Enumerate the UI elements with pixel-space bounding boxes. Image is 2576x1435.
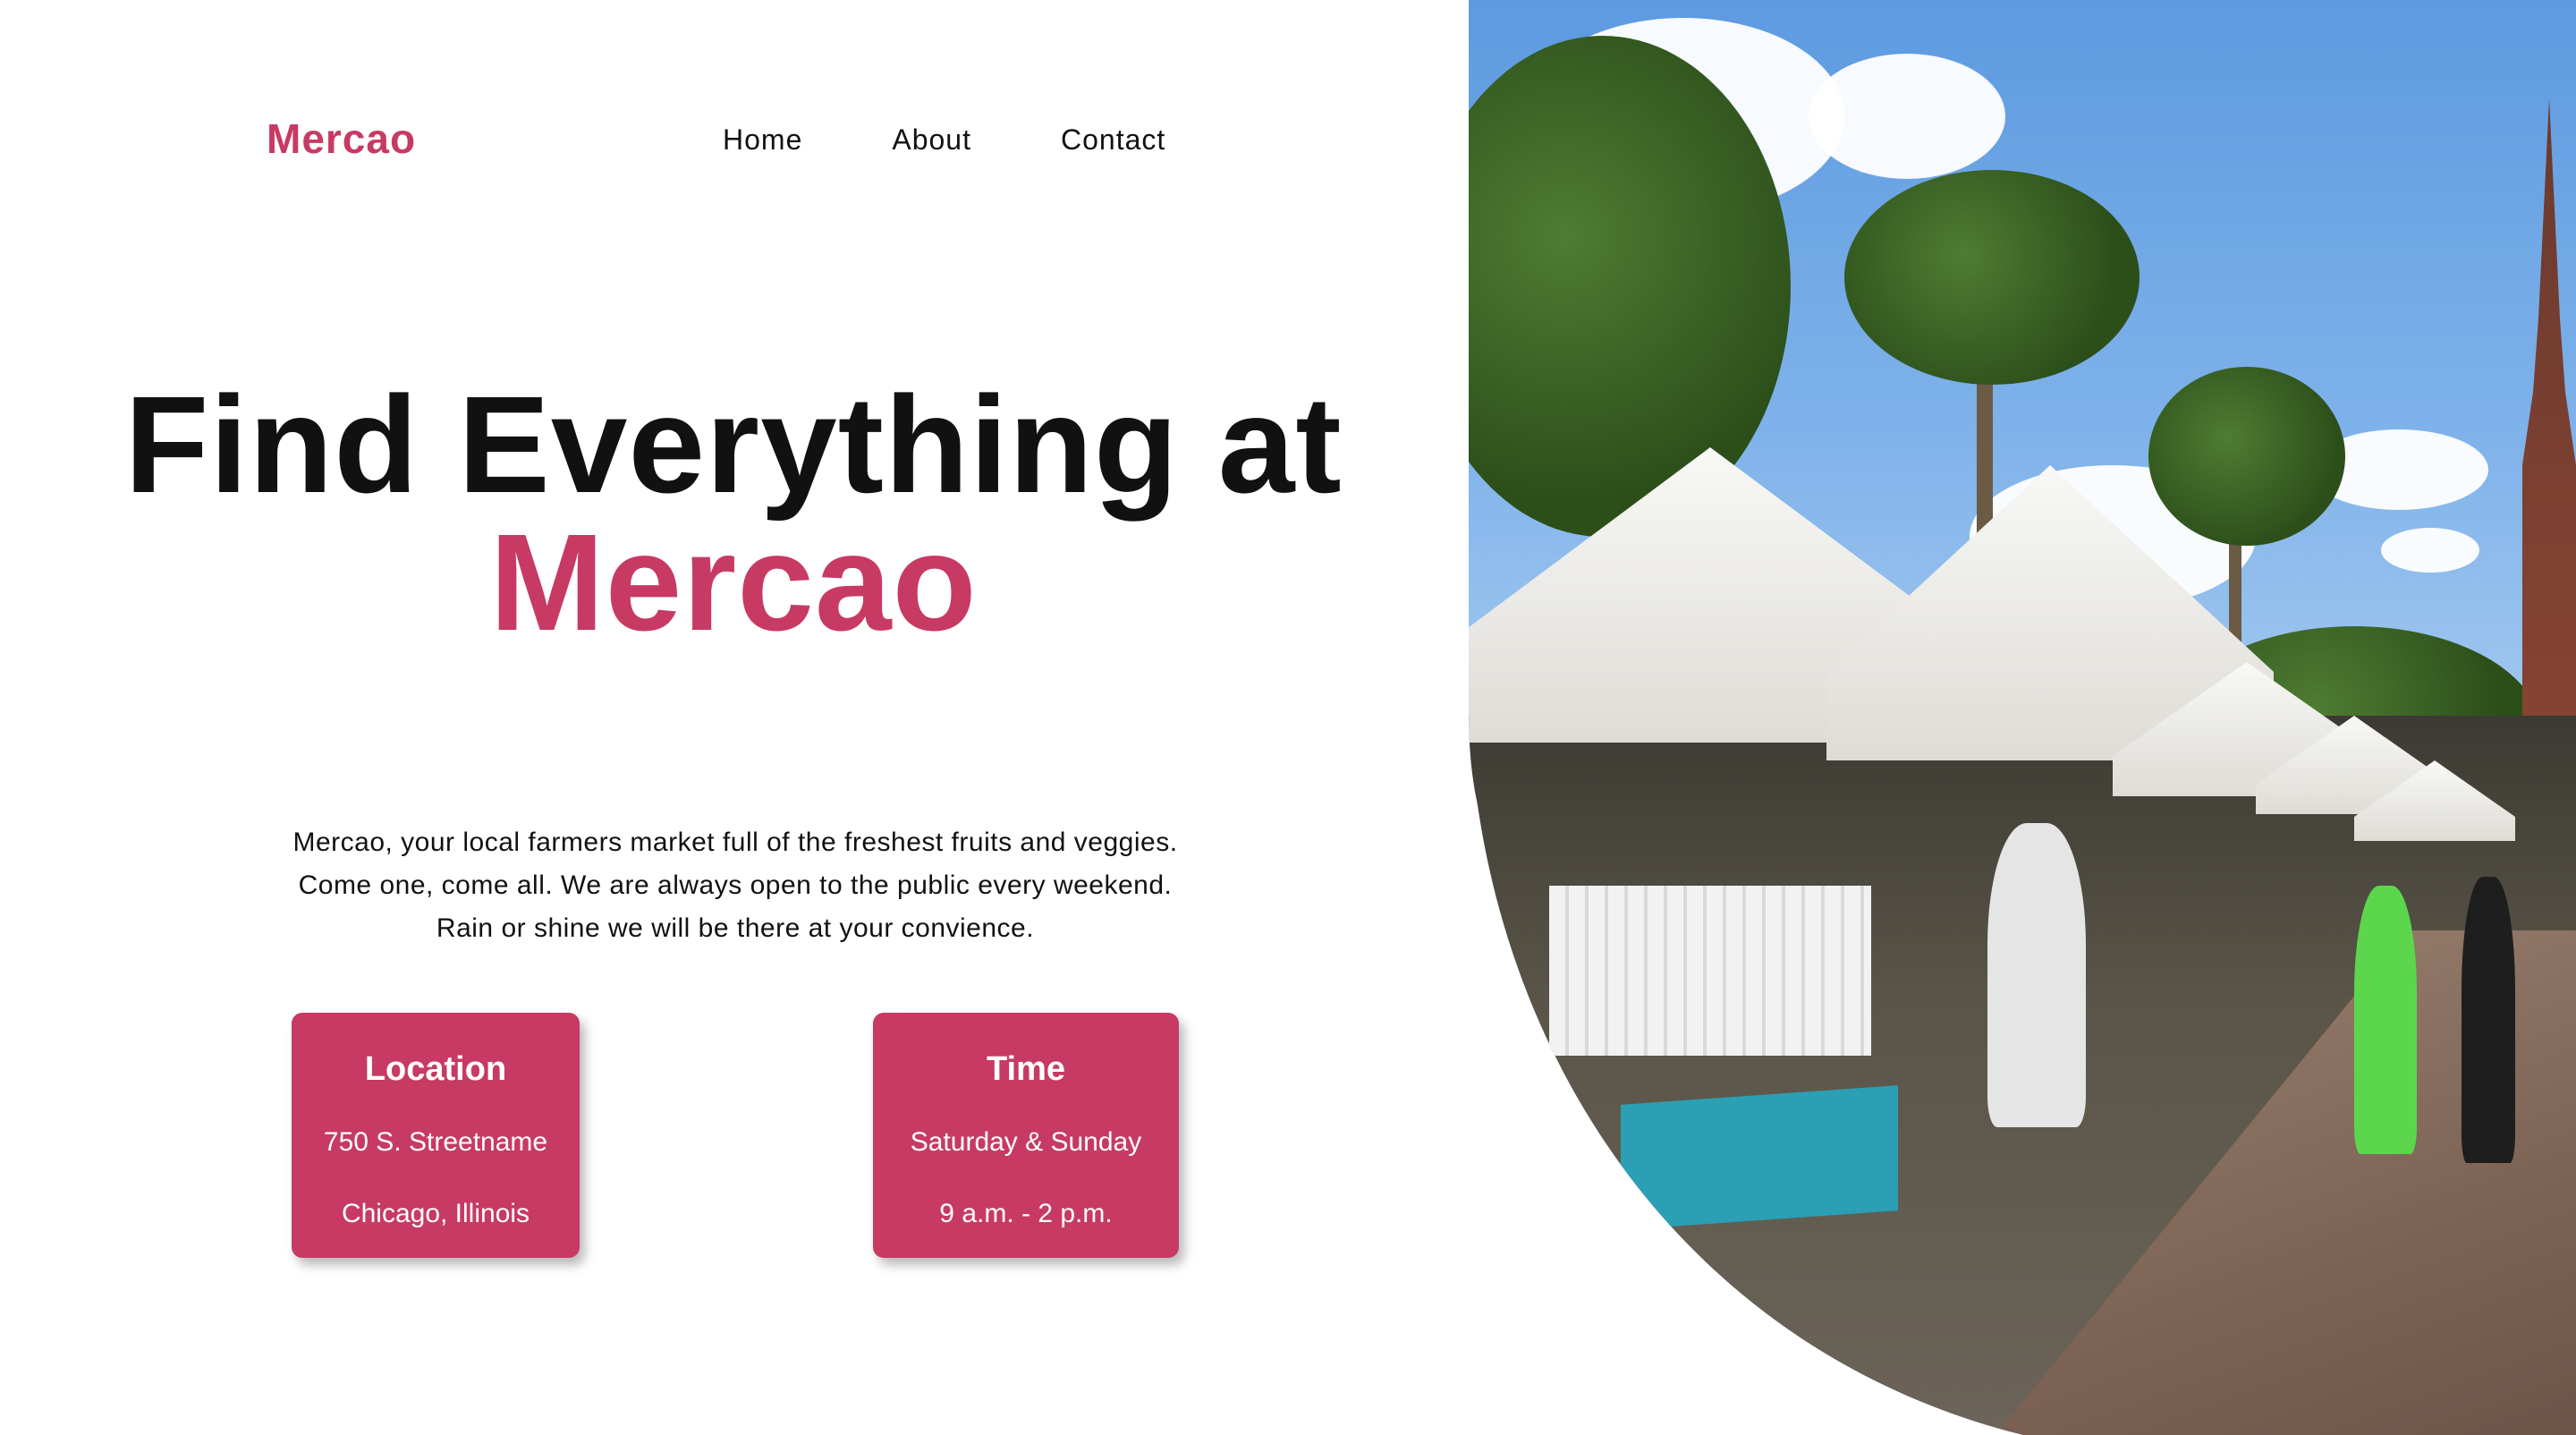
time-hours: 9 a.m. - 2 p.m. <box>939 1199 1113 1228</box>
nav-link-contact[interactable]: Contact <box>1061 123 1165 157</box>
hanging-clothes <box>1549 886 1871 1056</box>
main-nav: Home About Contact <box>723 123 1165 157</box>
cloud-shape <box>2381 528 2479 573</box>
nav-item-about: About <box>892 123 971 157</box>
time-card: Time Saturday & Sunday 9 a.m. - 2 p.m. <box>873 1013 1179 1258</box>
market-hero-image <box>1469 0 2576 1435</box>
time-days: Saturday & Sunday <box>910 1127 1142 1157</box>
location-street: 750 S. Streetname <box>323 1127 548 1157</box>
hero-title-line1: Find Everything at <box>124 368 1343 522</box>
person-shape <box>1987 823 2086 1127</box>
location-card-title: Location <box>364 1050 507 1088</box>
cloud-shape <box>1809 54 2005 179</box>
time-card-title: Time <box>986 1050 1065 1088</box>
palm-crown <box>1844 170 2140 385</box>
blue-tablecloth <box>1621 1085 1898 1230</box>
nav-link-about[interactable]: About <box>892 123 971 157</box>
hero-intro-text: Mercao, your local farmers market full o… <box>292 828 1178 943</box>
location-city: Chicago, Illinois <box>341 1199 530 1228</box>
person-shape <box>2354 886 2417 1154</box>
nav-link-home[interactable]: Home <box>723 123 802 157</box>
hero-title: Find Everything at Mercao <box>0 376 1467 651</box>
nav-item-home: Home <box>723 123 802 157</box>
hero-title-brand: Mercao <box>489 505 978 659</box>
person-shape <box>2462 877 2515 1163</box>
palm-crown <box>2148 367 2345 546</box>
location-card: Location 750 S. Streetname Chicago, Illi… <box>292 1013 580 1258</box>
brand-logo[interactable]: Mercao <box>267 115 416 163</box>
nav-item-contact: Contact <box>1061 123 1165 157</box>
